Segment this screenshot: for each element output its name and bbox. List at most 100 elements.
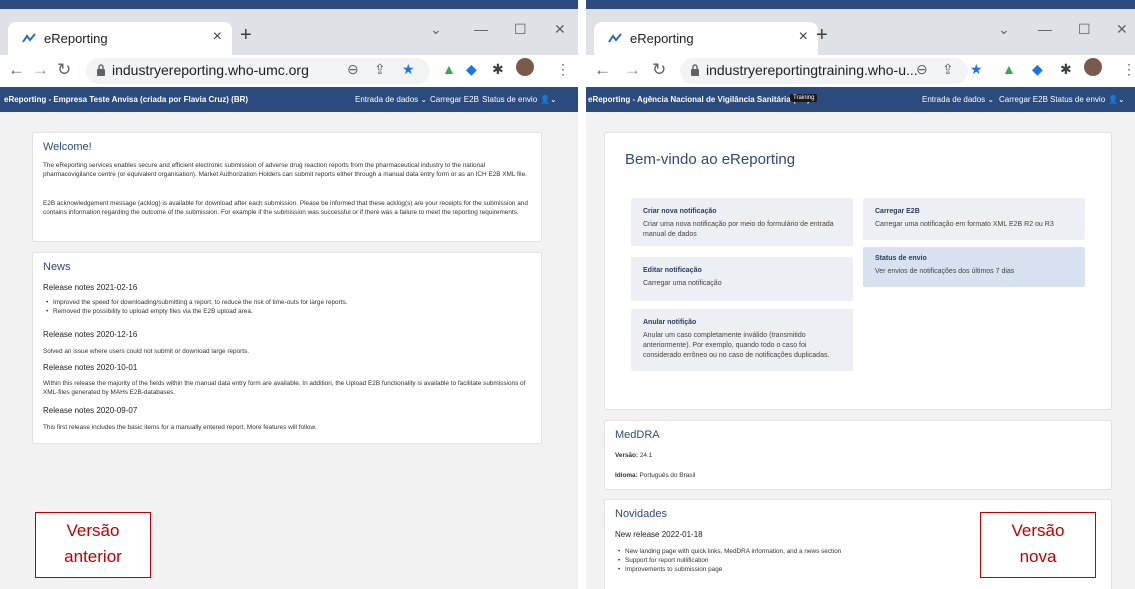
maximize-icon[interactable]: ☐ <box>514 21 527 38</box>
release-title: Release notes 2021-02-16 <box>43 283 138 292</box>
kebab-menu-icon[interactable]: ⋮ <box>1122 61 1135 78</box>
release-title: Release notes 2020-10-01 <box>43 363 138 372</box>
extension-shield-icon[interactable]: ◆ <box>466 61 477 78</box>
share-icon[interactable]: ⇪ <box>942 61 954 78</box>
welcome-title: Bem-vindo ao eReporting <box>625 151 796 168</box>
menu-submission-status[interactable]: Status de envio <box>1050 95 1105 104</box>
browser-window-old: eReporting × + ⌄ — ☐ ✕ ← → ↻ industryere… <box>0 0 578 589</box>
release-text: Within this release the majority of the … <box>43 380 526 396</box>
drive-icon[interactable]: ▲ <box>442 61 456 77</box>
release-text: Solved an issue where users could not su… <box>43 348 250 355</box>
menu-data-entry[interactable]: Entrada de dados ⌄ <box>922 95 994 104</box>
tile-description: Criar uma nova notificação por meio do f… <box>643 221 834 238</box>
url-text: industryereporting.who-umc.org <box>112 62 309 78</box>
tile-title: Status de envio <box>875 255 927 262</box>
meddra-card: MedDRA Versão: 24.1 Idioma: Português do… <box>604 420 1112 490</box>
address-bar-row: ← → ↻ industryereporting.who-umc.org ⊖ ⇪… <box>0 55 578 87</box>
zoom-icon[interactable]: ⊖ <box>347 61 359 78</box>
minimize-icon[interactable]: — <box>1038 21 1052 37</box>
drive-icon[interactable]: ▲ <box>1002 61 1016 77</box>
close-window-icon[interactable]: ✕ <box>554 21 566 38</box>
tab-strip: eReporting × + ⌄ — ☐ ✕ <box>586 9 1135 55</box>
avatar[interactable] <box>516 58 534 76</box>
minimize-icon[interactable]: — <box>474 21 488 37</box>
avatar[interactable] <box>1084 58 1102 76</box>
tile-edit-report[interactable]: Editar notificação Carregar uma notifica… <box>631 257 853 301</box>
menu-data-entry[interactable]: Entrada de dados ⌄ <box>355 95 427 104</box>
bookmark-star-icon[interactable]: ★ <box>970 61 983 78</box>
close-window-icon[interactable]: ✕ <box>1116 21 1128 38</box>
training-badge: Training <box>790 94 818 102</box>
maximize-icon[interactable]: ☐ <box>1078 21 1091 38</box>
label-line: Versão <box>66 521 120 540</box>
language-label: Idioma: <box>615 472 638 479</box>
kebab-menu-icon[interactable]: ⋮ <box>556 61 570 78</box>
menu-upload-e2b[interactable]: Carregar E2B <box>430 95 479 104</box>
meddra-language: Idioma: Português do Brasil <box>615 471 695 480</box>
chevron-down-icon[interactable]: ⌄ <box>430 21 442 38</box>
browser-window-new: eReporting × + ⌄ — ☐ ✕ ← → ↻ industryere… <box>586 0 1135 589</box>
zoom-icon[interactable]: ⊖ <box>916 61 928 78</box>
reload-icon[interactable]: ↻ <box>652 60 666 80</box>
label-line: Versão <box>1011 521 1065 540</box>
tile-upload-e2b[interactable]: Carregar E2B Carregar uma notificação em… <box>863 198 1085 240</box>
puzzle-icon[interactable]: ✱ <box>1060 61 1072 78</box>
back-icon[interactable]: ← <box>594 60 611 80</box>
list-item: Support for report nullification <box>615 556 945 565</box>
new-tab-icon[interactable]: + <box>816 24 828 47</box>
tile-title: Editar notificação <box>643 267 702 274</box>
list-item: Removed the possibility to upload empty … <box>43 307 531 316</box>
release-title: Release notes 2020-12-16 <box>43 330 138 339</box>
version-label-new: Versão nova <box>980 512 1096 578</box>
release-text: This first release includes the basic it… <box>43 424 317 431</box>
news-title: News <box>43 261 71 273</box>
desktop-strip <box>586 0 1135 9</box>
desktop-strip <box>0 0 578 9</box>
app-navbar: eReporting - Empresa Teste Anvisa (criad… <box>0 87 578 112</box>
tile-submission-status[interactable]: Status de envio Ver envios de notificaçõ… <box>863 247 1085 287</box>
tile-description: Carregar uma notificação <box>643 280 722 287</box>
user-menu-icon[interactable]: 👤⌄ <box>1108 95 1125 104</box>
close-tab-icon[interactable]: × <box>213 28 222 46</box>
share-icon[interactable]: ⇪ <box>374 61 386 78</box>
tab-title: eReporting <box>44 31 108 46</box>
release-title: New release 2022-01-18 <box>615 530 703 539</box>
label-line: anterior <box>64 547 122 566</box>
extension-shield-icon[interactable]: ◆ <box>1032 61 1043 78</box>
app-brand[interactable]: eReporting - Empresa Teste Anvisa (criad… <box>4 95 248 104</box>
list-item: Improved the speed for downloading/submi… <box>43 298 531 307</box>
reload-icon[interactable]: ↻ <box>57 60 71 80</box>
forward-icon[interactable]: → <box>32 60 49 80</box>
close-tab-icon[interactable]: × <box>799 28 808 46</box>
menu-label: Entrada de dados <box>355 95 419 104</box>
version-label-old: Versão anterior <box>35 512 151 578</box>
news-card: News Release notes 2021-02-16 Improved t… <box>32 252 542 444</box>
menu-upload-e2b[interactable]: Carregar E2B <box>999 95 1048 104</box>
welcome-paragraph-1: The eReporting services enables secure a… <box>43 162 527 178</box>
back-icon[interactable]: ← <box>8 60 25 80</box>
tab-title: eReporting <box>630 31 694 46</box>
meddra-title: MedDRA <box>615 429 660 441</box>
user-menu-icon[interactable]: 👤⌄ <box>540 95 557 104</box>
app-brand[interactable]: eReporting - Agência Nacional de Vigilân… <box>588 95 810 104</box>
bookmark-star-icon[interactable]: ★ <box>402 61 415 78</box>
release-list: Improved the speed for downloading/submi… <box>43 298 531 316</box>
browser-tab[interactable]: eReporting × <box>8 22 232 55</box>
tile-create-report[interactable]: Criar nova notificação Criar uma nova no… <box>631 198 853 246</box>
tab-strip: eReporting × + ⌄ — ☐ ✕ <box>0 9 578 55</box>
tile-nullify-report[interactable]: Anular notifição Anular um caso completa… <box>631 309 853 371</box>
puzzle-icon[interactable]: ✱ <box>492 61 504 78</box>
meddra-version: Versão: 24.1 <box>615 451 652 460</box>
menu-submission-status[interactable]: Status de envio <box>482 95 537 104</box>
browser-tab[interactable]: eReporting × <box>594 22 818 55</box>
release-title: Release notes 2020-09-07 <box>43 406 138 415</box>
forward-icon[interactable]: → <box>624 60 641 80</box>
app-navbar: eReporting - Agência Nacional de Vigilân… <box>586 87 1135 112</box>
chevron-down-icon[interactable]: ⌄ <box>998 21 1010 38</box>
release-list: New landing page with quick links, MedDR… <box>615 547 945 574</box>
tile-title: Anular notifição <box>643 319 697 326</box>
new-tab-icon[interactable]: + <box>240 24 252 47</box>
version-label: Versão: <box>615 452 639 459</box>
welcome-card: Bem-vindo ao eReporting Criar nova notif… <box>604 132 1112 410</box>
lock-icon <box>691 64 699 76</box>
